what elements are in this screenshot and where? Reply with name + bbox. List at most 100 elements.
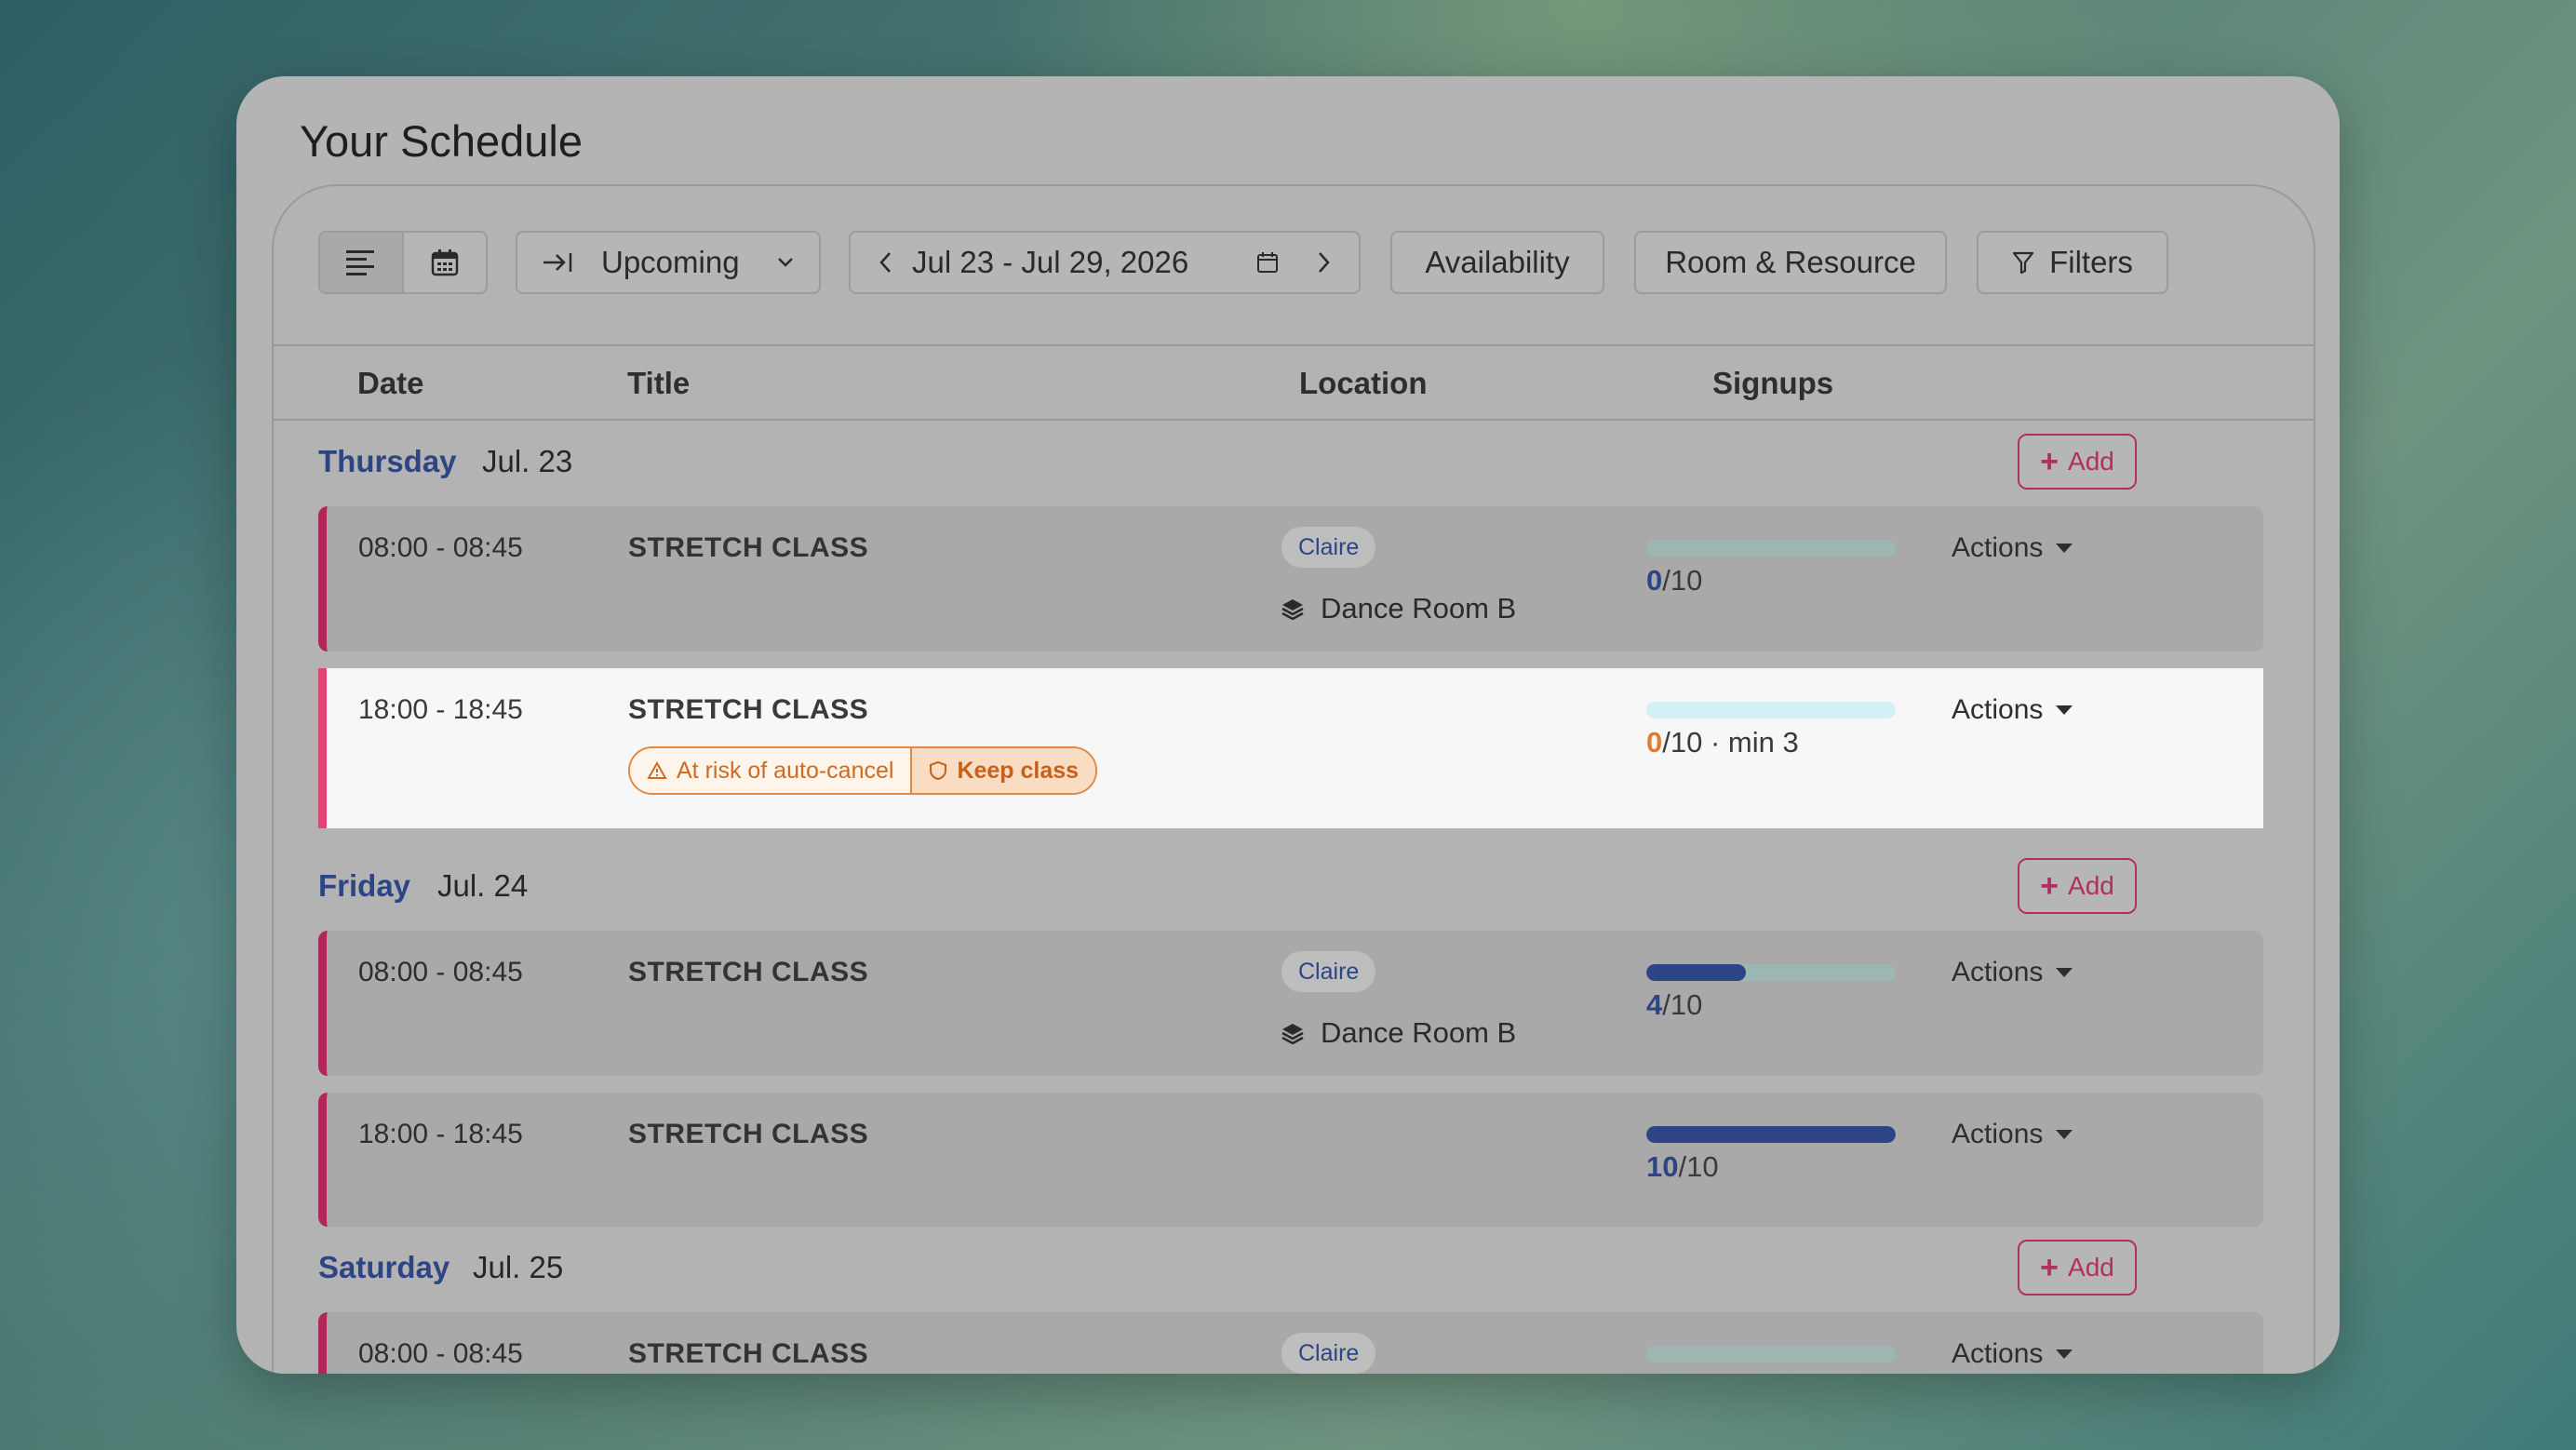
keep-class-label: Keep class [957, 757, 1080, 784]
page-title: Your Schedule [300, 116, 584, 166]
add-label: Add [2068, 871, 2114, 900]
date-range-picker[interactable]: Jul 23 - Jul 29, 2026 [849, 231, 1361, 294]
column-signups[interactable]: Signups [1712, 346, 1833, 421]
add-class-button[interactable]: + Add [2018, 434, 2137, 490]
class-title[interactable]: STRETCH CLASS [628, 957, 868, 988]
signup-progress [1646, 1126, 1896, 1143]
actions-menu[interactable]: Actions [1952, 1338, 2073, 1370]
add-class-button[interactable]: + Add [2018, 858, 2137, 914]
room-location: Dance Room B [1281, 592, 1516, 625]
day-name: Saturday [318, 1250, 450, 1284]
class-time: 08:00 - 08:45 [358, 1338, 523, 1369]
signup-progress [1646, 964, 1896, 981]
signup-capacity: /10 [1662, 988, 1703, 1021]
calendar-icon[interactable] [1256, 251, 1279, 274]
schedule-panel: Upcoming Jul 23 - Jul 29, 2026 Availabil… [272, 184, 2315, 1374]
layers-icon [1281, 1024, 1304, 1044]
signup-progress [1646, 1346, 1896, 1363]
actions-label: Actions [1952, 957, 2044, 987]
filters-label: Filters [2049, 245, 2133, 279]
calendar-view-icon [431, 249, 459, 276]
chevron-down-icon [778, 258, 793, 267]
signup-count: 10/10 [1646, 1150, 1719, 1184]
actions-label: Actions [1952, 1338, 2044, 1369]
view-toggle [318, 231, 488, 294]
class-title[interactable]: STRETCH CLASS [628, 1338, 868, 1370]
signup-number: 10 [1646, 1150, 1679, 1183]
actions-label: Actions [1952, 532, 2044, 563]
class-card[interactable]: 08:00 - 08:45 STRETCH CLASS Claire Actio… [318, 1312, 2263, 1374]
plus-icon: + [2040, 1250, 2059, 1285]
class-card[interactable]: 18:00 - 18:45 STRETCH CLASS 10/10 Action… [318, 1093, 2263, 1227]
keep-class-button[interactable]: Keep class [910, 748, 1096, 793]
day-name: Thursday [318, 444, 457, 478]
class-title[interactable]: STRETCH CLASS [628, 694, 868, 726]
column-headers: Date Title Location Signups [274, 346, 2314, 421]
calendar-view-button[interactable] [404, 233, 486, 292]
signup-capacity: /10 [1662, 564, 1703, 597]
add-label: Add [2068, 447, 2114, 476]
class-time: 18:00 - 18:45 [358, 694, 523, 725]
availability-button[interactable]: Availability [1390, 231, 1604, 294]
signup-progress [1646, 702, 1896, 718]
room-resource-button[interactable]: Room & Resource [1634, 231, 1947, 294]
plus-icon: + [2040, 868, 2059, 904]
class-time: 18:00 - 18:45 [358, 1119, 523, 1149]
list-view-icon [346, 250, 374, 275]
column-date[interactable]: Date [357, 346, 424, 421]
schedule-window: Your Schedule Upcoming Jul 23 - Jul 29, … [236, 76, 2340, 1374]
chevron-right-icon[interactable] [1316, 250, 1331, 275]
layers-icon [1281, 599, 1304, 620]
column-location[interactable]: Location [1299, 346, 1428, 421]
class-card[interactable]: 08:00 - 08:45 STRETCH CLASS Claire Dance… [318, 506, 2263, 651]
add-label: Add [2068, 1253, 2114, 1282]
actions-menu[interactable]: Actions [1952, 1119, 2073, 1150]
class-title[interactable]: STRETCH CLASS [628, 532, 868, 564]
chevron-left-icon[interactable] [879, 250, 893, 275]
class-time: 08:00 - 08:45 [358, 532, 523, 563]
warning-text: At risk of auto-cancel [677, 757, 894, 784]
caret-down-icon [2056, 705, 2073, 715]
signup-count: 4/10 [1646, 988, 1702, 1022]
add-class-button[interactable]: + Add [2018, 1240, 2137, 1296]
filter-icon [2012, 251, 2034, 275]
auto-cancel-warning: At risk of auto-cancel Keep class [628, 746, 1098, 795]
caret-down-icon [2056, 968, 2073, 977]
actions-menu[interactable]: Actions [1952, 957, 2073, 988]
instructor-chip[interactable]: Claire [1281, 1333, 1376, 1374]
jump-to-icon [543, 253, 572, 272]
day-header-friday: Friday Jul. 24 + Add [274, 849, 2314, 923]
signup-progress-fill [1646, 964, 1747, 981]
signup-capacity: /10 · min 3 [1662, 726, 1799, 759]
actions-label: Actions [1952, 1119, 2044, 1149]
room-name: Dance Room B [1321, 1016, 1517, 1049]
toolbar: Upcoming Jul 23 - Jul 29, 2026 Availabil… [274, 186, 2314, 346]
actions-menu[interactable]: Actions [1952, 532, 2073, 564]
list-view-button[interactable] [320, 233, 404, 292]
day-date: Jul. 23 [482, 444, 573, 478]
date-range-label: Jul 23 - Jul 29, 2026 [912, 245, 1189, 279]
signup-count: 0/10 · min 3 [1646, 726, 1799, 759]
column-title[interactable]: Title [627, 346, 690, 421]
signup-number: 4 [1646, 988, 1663, 1021]
actions-menu[interactable]: Actions [1952, 694, 2073, 726]
filters-button[interactable]: Filters [1977, 231, 2168, 294]
class-card-at-risk[interactable]: 18:00 - 18:45 STRETCH CLASS At risk of a… [318, 668, 2263, 828]
day-header-thursday: Thursday Jul. 23 + Add [274, 424, 2314, 499]
day-date: Jul. 24 [437, 868, 529, 903]
range-dropdown[interactable]: Upcoming [516, 231, 821, 294]
caret-down-icon [2056, 544, 2073, 553]
room-location: Dance Room B [1281, 1016, 1516, 1050]
room-name: Dance Room B [1321, 592, 1517, 624]
range-label: Upcoming [601, 245, 740, 279]
instructor-chip[interactable]: Claire [1281, 951, 1376, 992]
caret-down-icon [2056, 1349, 2073, 1359]
class-card[interactable]: 08:00 - 08:45 STRETCH CLASS Claire Dance… [318, 931, 2263, 1076]
signup-capacity: /10 [1678, 1150, 1719, 1183]
signup-progress-fill [1646, 1126, 1896, 1143]
signup-progress [1646, 540, 1896, 557]
instructor-chip[interactable]: Claire [1281, 527, 1376, 568]
class-title[interactable]: STRETCH CLASS [628, 1119, 868, 1150]
shield-icon [930, 760, 947, 781]
day-date: Jul. 25 [473, 1250, 564, 1284]
